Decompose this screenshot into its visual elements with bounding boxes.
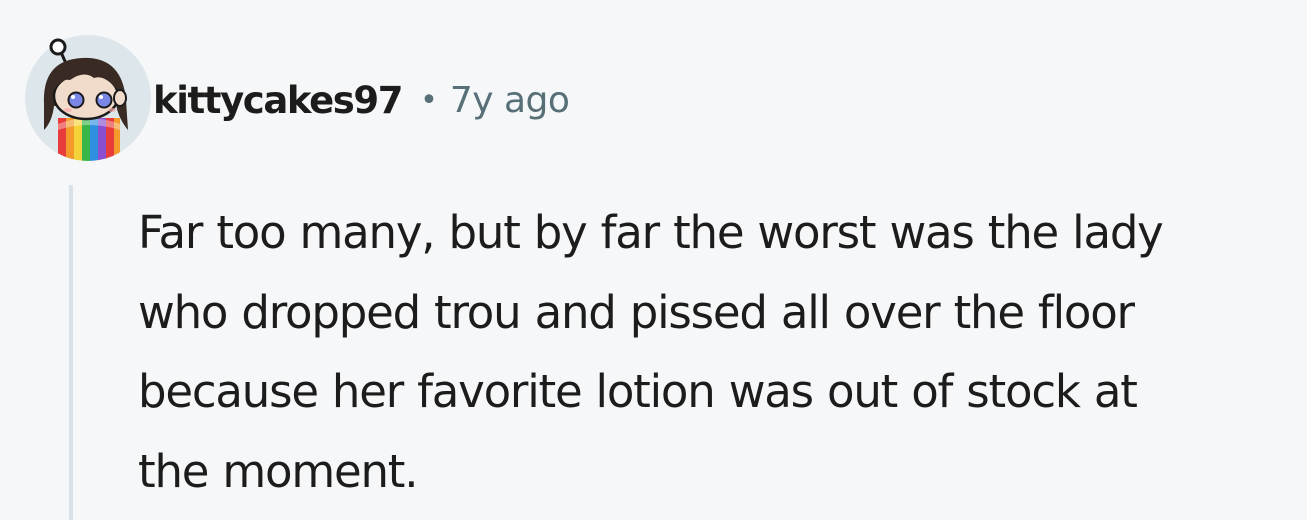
snoo-avatar-icon — [25, 35, 151, 161]
comment: kittycakes97 • 7y ago Far too many, but … — [0, 0, 1307, 520]
comment-age[interactable]: 7y ago — [450, 80, 570, 121]
author-username[interactable]: kittycakes97 — [153, 79, 404, 122]
comment-body: Far too many, but by far the worst was t… — [138, 193, 1300, 511]
separator-dot: • — [420, 82, 438, 118]
comment-body-line: Far too many, but by far the worst was t… — [138, 206, 1164, 259]
comment-body-line: who dropped trou and pissed all over the… — [138, 285, 1135, 339]
comment-body-line: because her favorite lotion was out of s… — [138, 365, 1138, 418]
avatar[interactable] — [24, 34, 152, 162]
thread-line[interactable] — [69, 185, 73, 520]
comment-header: kittycakes97 • 7y ago — [153, 74, 570, 126]
comment-body-line: the moment. — [138, 444, 419, 498]
